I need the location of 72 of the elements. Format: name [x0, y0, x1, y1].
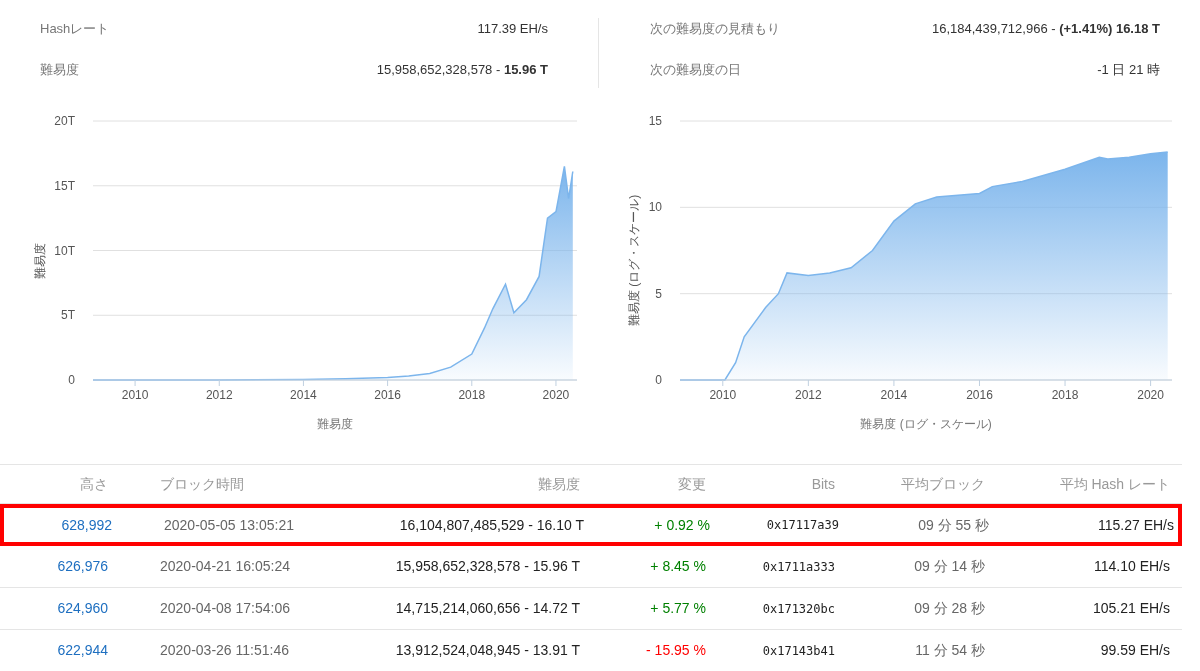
column-header: 平均ブロック: [900, 474, 986, 494]
y-tick-label: 5: [655, 286, 662, 301]
x-tick-label: 2010: [121, 388, 149, 402]
column-header: 平均 Hash レート: [1058, 474, 1171, 494]
stat-value: -1 日 21 時: [1097, 60, 1160, 79]
stat-value: 15,958,652,328,578 - 15.96 T: [376, 60, 548, 79]
block-height-link[interactable]: 622,944: [0, 640, 120, 661]
x-tick-label: 2020: [542, 388, 570, 402]
table-cell-text: 0x1711a333: [761, 558, 836, 576]
table-row[interactable]: 628,992 2020-05-05 13:05:21 16,104,807,485,529 - 16.10 T + 0.92 % 0x17117a39 09 分 55 秒 115.27 EH/s: [0, 504, 1182, 546]
y-tick-label: 10T: [54, 243, 75, 258]
column-header: 高さ: [79, 474, 109, 494]
stat-label: 次の難易度の日: [650, 60, 741, 79]
stat-label: 難易度: [40, 60, 79, 79]
table-cell-text: 105.21 EH/s: [1091, 599, 1171, 618]
x-tick-label: 2016: [374, 388, 401, 402]
table-cell-text: 09 分 14 秒: [913, 557, 986, 576]
table-cell-text: 13,912,524,048,945 - 13.91 T: [394, 641, 581, 660]
table-row[interactable]: 622,944 2020-03-26 11:51:46 13,912,524,048,945 - 13.91 T - 15.95 % 0x17143b41 11 分 54 秒 99.59 EH/s: [0, 630, 1182, 671]
y-tick-label: 5T: [61, 308, 75, 323]
table-cell-text: 2020-04-21 16:05:24: [159, 557, 291, 576]
x-axis-title: 難易度 (ログ・スケール): [860, 417, 992, 431]
x-tick-label: 2018: [458, 388, 486, 402]
table-cell-text: 11 分 54 秒: [914, 641, 986, 660]
y-tick-label: 10: [648, 200, 662, 215]
table-cell-text: 2020-05-05 13:05:21: [163, 515, 295, 535]
stat-value: 16,184,439,712,966 - (+1.41%) 16.18 T: [931, 19, 1160, 38]
table-cell-text: 14,715,214,060,656 - 14.72 T: [394, 599, 581, 618]
y-tick-label: 15: [648, 114, 662, 128]
block-height-link[interactable]: 626,976: [0, 556, 120, 577]
table-cell-text: 09 分 55 秒: [917, 515, 990, 535]
table-cell-text: 0x17143b41: [761, 642, 836, 660]
y-axis-title: 難易度 (ログ・スケール): [627, 194, 641, 327]
table-cell-text: - 15.95 %: [645, 641, 707, 660]
table-cell-text: 09 分 28 秒: [913, 599, 986, 618]
stat-label: 次の難易度の見積もり: [650, 19, 780, 38]
stat-value: 117.39 EH/s: [477, 19, 548, 38]
x-tick-label: 2010: [709, 388, 737, 402]
table-cell-text: + 8.45 %: [649, 557, 707, 576]
column-header: Bits: [810, 474, 836, 494]
table-row[interactable]: 624,960 2020-04-08 17:54:06 14,715,214,060,656 - 14.72 T + 5.77 % 0x171320bc 09 分 28 秒 105.21 EH/s: [0, 588, 1182, 630]
table-cell-text: 0x171320bc: [761, 600, 836, 618]
table-cell-text: + 0.92 %: [653, 515, 711, 535]
table-row[interactable]: 626,976 2020-04-21 16:05:24 15,958,652,328,578 - 15.96 T + 8.45 % 0x1711a333 09 分 14 秒 114.10 EH/s: [0, 546, 1182, 588]
y-axis-title: 難易度: [33, 242, 47, 279]
y-tick-label: 20T: [54, 114, 75, 128]
x-tick-label: 2014: [880, 388, 908, 402]
x-tick-label: 2012: [795, 388, 822, 402]
y-tick-label: 15T: [54, 178, 75, 193]
x-tick-label: 2016: [966, 388, 993, 402]
table-cell-text: + 5.77 %: [649, 599, 707, 618]
y-tick-label: 0: [68, 373, 75, 387]
column-header: 難易度: [537, 474, 581, 494]
x-axis-title: 難易度: [317, 417, 353, 431]
stat-label: Hashレート: [40, 19, 110, 38]
table-cell-text: 115.27 EH/s: [1097, 515, 1175, 535]
block-height-link[interactable]: 628,992: [4, 514, 124, 536]
table-cell-text: 2020-03-26 11:51:46: [159, 641, 290, 660]
x-tick-label: 2018: [1051, 388, 1079, 402]
block-height-link[interactable]: 624,960: [0, 598, 120, 619]
x-tick-label: 2012: [205, 388, 233, 402]
column-header: 変更: [677, 474, 707, 494]
table-cell-text: 16,104,807,485,529 - 16.10 T: [398, 515, 585, 535]
table-cell-text: 0x17117a39: [765, 517, 840, 534]
table-cell-text: 15,958,652,328,578 - 15.96 T: [394, 557, 581, 576]
x-tick-label: 2014: [290, 388, 317, 402]
table-cell-text: 99.59 EH/s: [1099, 641, 1171, 660]
x-tick-label: 2020: [1137, 388, 1164, 402]
table-cell-text: 2020-04-08 17:54:06: [159, 599, 291, 618]
y-tick-label: 0: [655, 373, 662, 387]
table-cell-text: 114.10 EH/s: [1093, 557, 1171, 576]
column-header: ブロック時間: [159, 474, 245, 494]
